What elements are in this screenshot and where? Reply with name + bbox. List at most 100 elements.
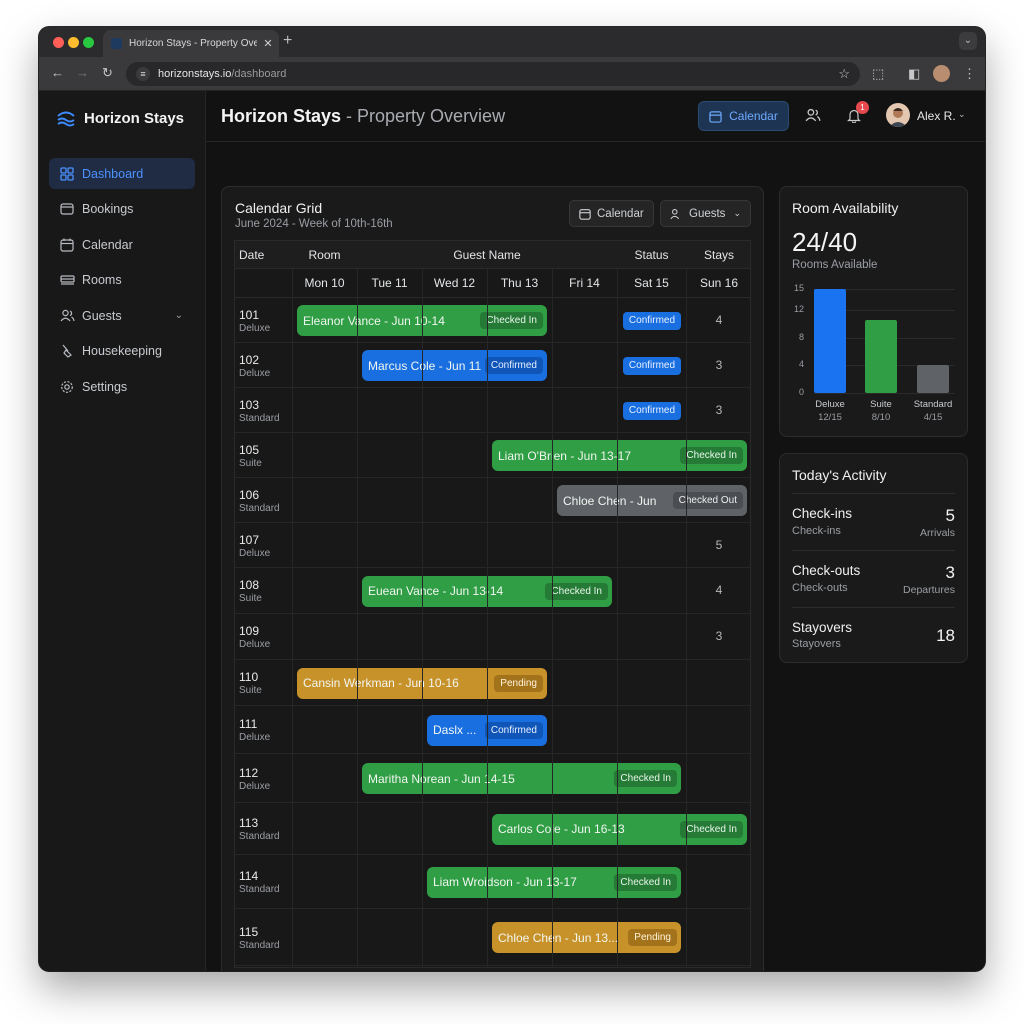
calendar-view-button[interactable]: Calendar — [569, 200, 654, 227]
page-title-rest: - Property Overview — [341, 106, 506, 126]
calendar-button[interactable]: Calendar — [698, 101, 789, 131]
wallet-icon — [59, 201, 75, 217]
room-number: 109 — [239, 624, 260, 638]
site-info-icon[interactable]: ≡ — [136, 67, 150, 81]
x-sub-label: 12/15 — [818, 412, 842, 423]
user-name[interactable]: Alex R. — [917, 109, 956, 123]
forward-icon[interactable]: → — [76, 65, 89, 80]
chart-bar[interactable] — [865, 320, 897, 393]
sidebar-item-label: Calendar — [82, 237, 133, 252]
room-type: Deluxe — [239, 732, 271, 743]
y-tick-label: 4 — [798, 359, 804, 370]
extensions-icon[interactable]: ⬚ — [872, 66, 884, 82]
sidebar-item-label: Rooms — [82, 273, 122, 287]
todays-activity-card: Today's Activity Check-ins Check-ins 5 A… — [779, 453, 968, 663]
sidebar-item-guests[interactable]: Guests ⌄ — [49, 300, 195, 331]
chart-bar[interactable] — [917, 365, 949, 393]
users-icon[interactable] — [805, 108, 821, 127]
browser-toolbar: ← → ↻ ≡ horizonstays.io/dashboard ☆ ⬚ ◧ … — [39, 57, 985, 91]
booking-bar[interactable]: Carlos Cole - Jun 16-13 Checked In — [492, 813, 747, 845]
stays-count: 3 — [715, 629, 723, 643]
back-icon[interactable]: ← — [51, 65, 64, 80]
activity-checkouts[interactable]: Check-outs Check-outs 3 Departures — [792, 550, 955, 607]
grid-column-line — [686, 269, 687, 967]
room-type: Standard — [239, 412, 280, 424]
room-type: Standard — [239, 831, 280, 842]
room-type: Deluxe — [239, 547, 271, 559]
activity-stayovers[interactable]: Stayovers Stayovers 18 — [792, 607, 955, 662]
sidebar-item-rooms[interactable]: Rooms — [49, 265, 195, 296]
booking-status-badge: Checked In — [680, 447, 743, 464]
brand[interactable]: Horizon Stays — [56, 109, 184, 127]
sidebar-item-bookings[interactable]: Bookings — [49, 194, 195, 225]
activity-value-sub: Arrivals — [919, 527, 955, 539]
y-tick-label: 12 — [793, 303, 804, 314]
table-row[interactable]: 107 Deluxe 5 — [235, 523, 750, 568]
chart-gridline — [814, 393, 955, 394]
booking-label: Liam O'Brien - Jun 13-17 — [498, 448, 632, 463]
notification-badge: 1 — [856, 101, 869, 114]
calendar-title: Calendar Grid — [235, 200, 323, 216]
availability-value: 24/40 — [792, 227, 858, 257]
browser-tab[interactable]: Horizon Stays - Property Overview ✕ — [103, 30, 279, 57]
booking-label: Eleanor Vance - Jun 10-14 — [303, 313, 445, 328]
room-number: 108 — [239, 578, 260, 592]
booking-status-badge: Checked In — [480, 312, 543, 329]
booking-label: Marcus Cole - Jun 11 — [368, 358, 482, 373]
address-bar[interactable]: ≡ horizonstays.io/dashboard ☆ — [126, 62, 860, 86]
grid-header-row: Date Room Guest Name Status Stays — [235, 241, 750, 269]
bookmark-star-icon[interactable]: ☆ — [838, 66, 850, 82]
tab-search-icon[interactable]: ⌄ — [959, 32, 977, 50]
waves-logo-icon — [57, 111, 75, 127]
profile-avatar[interactable] — [933, 65, 950, 82]
gear-icon — [59, 379, 75, 395]
sidebar-item-housekeeping[interactable]: Housekeeping — [49, 336, 195, 367]
close-tab-icon[interactable]: ✕ — [257, 37, 279, 50]
activity-value-sub: Departures — [903, 584, 955, 596]
sidebar-item-calendar[interactable]: Calendar — [49, 229, 195, 260]
x-sub-label: 8/10 — [871, 412, 891, 423]
browser-menu-icon[interactable]: ⋮ — [963, 66, 976, 82]
url-host: horizonstays.io — [158, 68, 232, 80]
booking-label: Cansin Werkman - Jun 10-16 — [303, 676, 459, 690]
booking-bar[interactable]: Chloe Chen - Jun 13... Pending — [492, 922, 681, 953]
room-number: 103 — [239, 397, 260, 412]
header-date: Date — [239, 247, 265, 262]
chevron-down-icon[interactable]: ⌄ — [175, 310, 183, 321]
header-room: Room — [308, 247, 341, 262]
booking-bar[interactable]: Marcus Cole - Jun 11 Confirmed — [362, 350, 547, 381]
sidebar-item-label: Guests — [82, 308, 122, 323]
users-icon — [670, 208, 680, 219]
grid-icon — [59, 166, 75, 182]
grid-column-line — [422, 269, 423, 967]
user-avatar[interactable] — [886, 103, 910, 127]
calendar-icon — [709, 110, 722, 123]
header-stays: Stays — [703, 247, 734, 262]
chevron-down-icon[interactable]: ⌄ — [958, 109, 966, 120]
booking-label: Chloe Chen - Jun 13... — [498, 930, 619, 945]
status-badge[interactable]: Confirmed — [623, 401, 681, 420]
status-badge[interactable]: Confirmed — [623, 311, 681, 330]
header-status: Status — [634, 247, 669, 262]
booking-bar[interactable]: Liam Wroidson - Jun 13-17 Checked In — [427, 866, 681, 898]
day-header-6: Sun 16 — [699, 276, 739, 290]
activity-checkins[interactable]: Check-ins Check-ins 5 Arrivals — [792, 493, 955, 550]
browser-window: Horizon Stays - Property Overview ✕ + ⌄ … — [39, 27, 985, 971]
sidebar-item-settings[interactable]: Settings — [49, 371, 195, 402]
table-row[interactable]: 109 Deluxe 3 — [235, 614, 750, 660]
booking-bar[interactable]: Liam O'Brien - Jun 13-17 Checked In — [492, 440, 747, 471]
chart-bar[interactable] — [814, 289, 846, 393]
sidepanel-icon[interactable]: ◧ — [908, 66, 920, 82]
booking-bar[interactable]: Maritha Norean - Jun 14-15 Checked In — [362, 763, 681, 794]
booking-status-badge: Pending — [494, 674, 543, 692]
minimize-window-button[interactable] — [68, 37, 79, 48]
reload-icon[interactable]: ↻ — [102, 65, 113, 81]
new-tab-icon[interactable]: + — [283, 32, 292, 50]
sidebar-item-dashboard[interactable]: Dashboard — [49, 158, 195, 189]
x-sub-label: 4/15 — [923, 412, 943, 423]
maximize-window-button[interactable] — [83, 37, 94, 48]
status-badge[interactable]: Confirmed — [623, 356, 681, 375]
guests-filter-dropdown[interactable]: Guests ⌄ — [660, 200, 751, 227]
close-window-button[interactable] — [53, 37, 64, 48]
booking-bar[interactable]: Chloe Chen - Jun Checked Out — [557, 485, 747, 516]
